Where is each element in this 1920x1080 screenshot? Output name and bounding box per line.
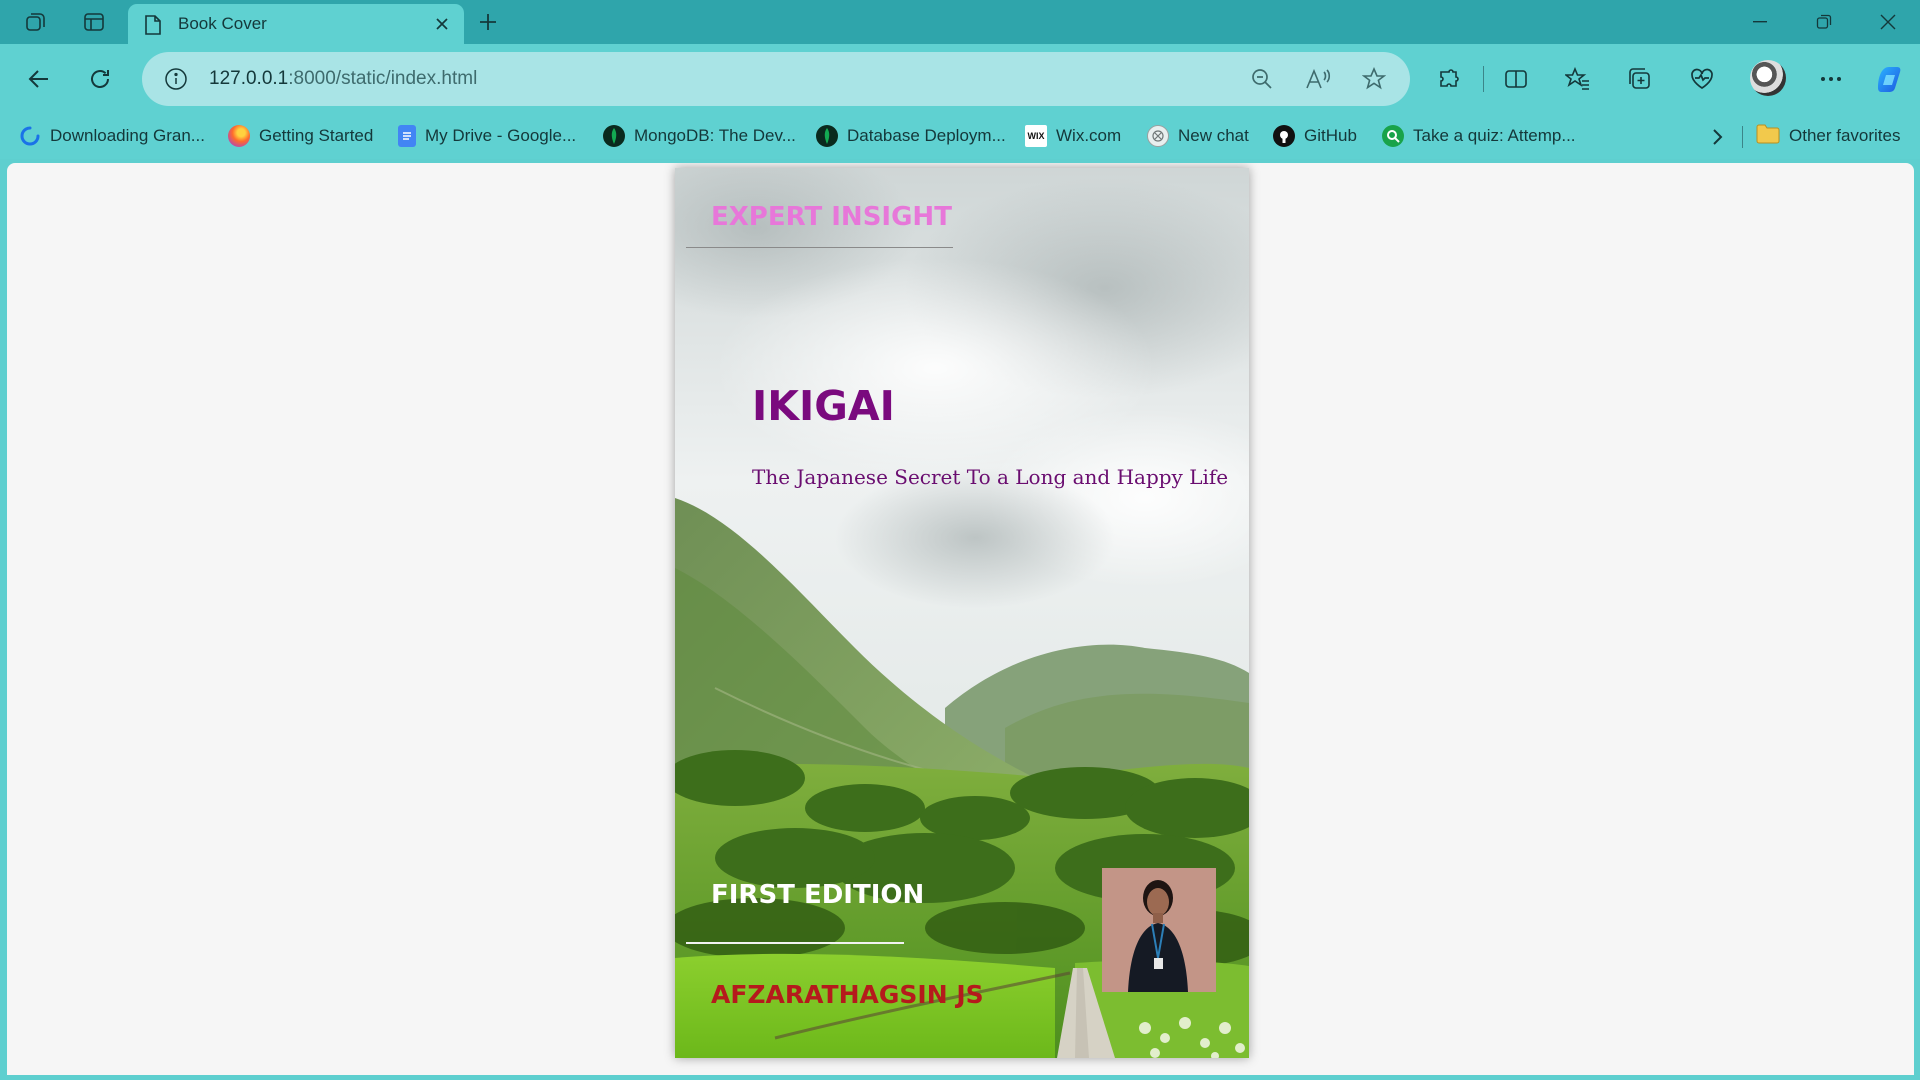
favorite-label: Downloading Gran... [50,126,205,145]
profile-avatar[interactable] [1750,60,1786,96]
favorite-item[interactable]: Downloading Gran... [19,123,205,149]
page-icon [144,14,162,41]
firefox-icon [228,125,250,147]
mongodb-icon [816,125,838,147]
vertical-tabs-icon[interactable] [80,8,108,36]
close-window-button[interactable] [1856,0,1920,44]
refresh-button[interactable] [82,61,118,97]
favorite-item[interactable]: Database Deploym... [816,123,1006,149]
favorite-label: My Drive - Google... [425,126,577,145]
tab-book-cover[interactable]: Book Cover [128,4,464,44]
favorite-label: Wix.com [1056,126,1122,145]
favorites-divider [1742,126,1743,148]
google-docs-icon [398,125,416,147]
favorite-item[interactable]: Getting Started [228,123,373,149]
split-screen-icon[interactable] [1498,61,1534,97]
url-host: 127.0.0.1 [209,68,289,89]
other-favorites-folder[interactable]: Other favorites [1756,123,1901,149]
book-cover: EXPERT INSIGHT IKIGAI The Japanese Secre… [675,168,1249,1058]
address-bar[interactable]: 127.0.0.1:8000/static/index.html [142,52,1410,106]
favorite-item[interactable]: My Drive - Google... [398,123,576,149]
browser-essentials-icon[interactable] [1684,61,1720,97]
favorite-label: New chat [1178,126,1249,145]
favorites-icon[interactable] [1560,61,1596,97]
zoom-out-icon[interactable] [1248,65,1276,93]
github-icon [1273,125,1295,147]
other-favorites-label: Other favorites [1789,126,1901,145]
favorite-star-icon[interactable] [1360,65,1388,93]
settings-more-icon[interactable] [1813,61,1849,97]
toolbar-separator [1483,66,1484,92]
favorite-label: MongoDB: The Dev... [634,126,796,145]
wix-icon: WIX [1025,125,1047,147]
url-text[interactable]: 127.0.0.1:8000/static/index.html [209,68,477,90]
edition-divider [686,942,904,944]
edition-label: FIRST EDITION [711,880,925,910]
favorite-item[interactable]: WIX Wix.com [1025,123,1121,149]
favorite-label: Database Deploym... [847,126,1006,145]
tab-title: Book Cover [178,14,267,33]
copilot-icon[interactable] [1871,61,1907,97]
loading-icon [19,125,41,147]
site-info-icon[interactable] [164,67,188,96]
url-path: :8000/static/index.html [288,68,478,89]
book-subtitle: The Japanese Secret To a Long and Happy … [752,465,1229,489]
workspaces-icon[interactable] [22,8,50,36]
favorite-label: Take a quiz: Attemp... [1413,126,1576,145]
tab-strip: Book Cover [0,0,1920,44]
restore-button[interactable] [1792,0,1856,44]
openai-icon [1147,125,1169,147]
favorite-label: Getting Started [259,126,374,145]
favorite-item[interactable]: New chat [1147,123,1249,149]
chevron-right-icon[interactable] [1706,125,1730,149]
read-aloud-icon[interactable] [1304,65,1332,93]
favorite-label: GitHub [1304,126,1357,145]
new-tab-button[interactable] [474,8,502,36]
extensions-icon[interactable] [1431,61,1467,97]
author-photo [1102,868,1216,992]
favorites-bar: Downloading Gran... Getting Started My D… [0,114,1920,159]
author-name: AFZARATHAGSIN JS [711,980,984,1009]
collections-icon[interactable] [1622,61,1658,97]
back-button[interactable] [21,61,57,97]
mongodb-icon [603,125,625,147]
close-tab-icon[interactable] [430,12,454,36]
favorite-item[interactable]: MongoDB: The Dev... [603,123,796,149]
minimize-button[interactable] [1728,0,1792,44]
navigation-toolbar: 127.0.0.1:8000/static/index.html [0,44,1920,114]
page-viewport: EXPERT INSIGHT IKIGAI The Japanese Secre… [7,163,1914,1075]
book-title: IKIGAI [752,382,895,430]
quiz-icon [1382,125,1404,147]
series-divider [686,247,953,248]
series-label: EXPERT INSIGHT [711,202,952,232]
folder-icon [1756,124,1780,149]
favorite-item[interactable]: GitHub [1273,123,1357,149]
favorite-item[interactable]: Take a quiz: Attemp... [1382,123,1576,149]
